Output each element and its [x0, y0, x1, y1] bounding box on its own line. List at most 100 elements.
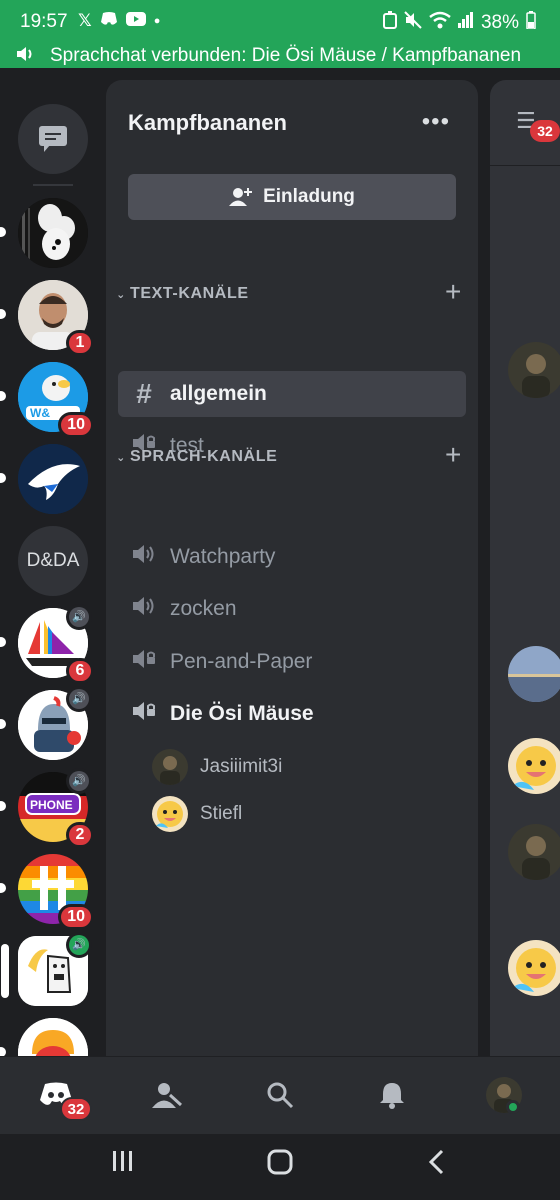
server-knight[interactable]: 🔊 — [0, 686, 92, 760]
chevron-down-icon: ⌄ — [116, 451, 126, 464]
member-name: Jasiiimit3i — [200, 756, 283, 777]
unread-count-badge: 32 — [530, 120, 560, 142]
bottom-navigation: 32 — [0, 1056, 560, 1134]
wifi-icon — [429, 11, 451, 34]
server-name[interactable]: Kampfbananen — [128, 110, 287, 136]
channel-allgemein[interactable]: # allgemein — [118, 371, 466, 417]
server-person[interactable]: 1 — [0, 280, 94, 356]
voice-active-indicator: 🔊 — [66, 604, 92, 630]
mention-badge: 6 — [66, 658, 94, 684]
channel-name: Die Ösi Mäuse — [170, 702, 314, 725]
add-person-icon — [229, 188, 253, 206]
channel-watchparty[interactable]: Watchparty — [118, 534, 466, 580]
svg-text:W&: W& — [30, 406, 50, 420]
discord-app: 1 W& 10 D&DA 🔊 6 🔊 PHONE 🔊 2 10 🔊 Kampfb… — [0, 68, 560, 1056]
category-label: TEXT-KANÄLE — [130, 285, 249, 302]
chat-peek-panel[interactable]: ☰ 32 — [490, 80, 560, 1056]
message-avatar[interactable] — [508, 738, 560, 794]
category-text-channels[interactable]: ⌄ TEXT-KANÄLE + — [114, 276, 470, 307]
add-channel-button[interactable]: + — [445, 276, 462, 308]
voice-active-indicator: 🔊 — [66, 768, 92, 794]
system-icons: 38% — [382, 11, 536, 34]
more-options-button[interactable]: ••• — [422, 108, 450, 136]
avatar — [152, 749, 188, 785]
x-app-icon: 𝕏 — [78, 11, 92, 30]
message-avatar[interactable] — [508, 646, 560, 702]
online-status-indicator — [506, 1100, 520, 1114]
voice-connected-banner[interactable]: Sprachchat verbunden: Die Ösi Mäuse / Ka… — [0, 44, 560, 68]
youtube-app-icon — [125, 11, 146, 31]
nav-notifications-button[interactable] — [372, 1075, 412, 1115]
selected-indicator — [1, 944, 9, 998]
direct-messages-button[interactable] — [18, 104, 88, 174]
server-sailboat[interactable]: 🔊 6 — [0, 604, 94, 684]
unread-pill — [0, 473, 6, 483]
message-avatar[interactable] — [508, 342, 560, 398]
mention-badge: 2 — [66, 822, 94, 848]
recents-button[interactable] — [110, 1148, 136, 1181]
unread-pill — [0, 1047, 6, 1056]
hash-icon: # — [136, 378, 152, 409]
voice-banner-text: Sprachchat verbunden: Die Ösi Mäuse / Ka… — [50, 45, 522, 66]
server-mouse[interactable] — [0, 198, 88, 268]
server-dda[interactable]: D&DA — [18, 526, 88, 596]
unread-pill — [0, 801, 6, 811]
home-button[interactable] — [266, 1148, 294, 1183]
search-icon — [267, 1082, 294, 1109]
server-banana[interactable]: 🔊 — [1, 932, 92, 1006]
unread-pill — [0, 227, 6, 237]
chat-bubble-icon — [39, 126, 67, 152]
add-channel-button[interactable]: + — [445, 439, 462, 471]
mute-icon — [404, 11, 422, 34]
message-avatar[interactable] — [508, 940, 560, 996]
server-rail: 1 W& 10 D&DA 🔊 6 🔊 PHONE 🔊 2 10 🔊 — [0, 68, 106, 1056]
channel-zocken[interactable]: zocken — [118, 586, 466, 632]
server-eagle[interactable] — [0, 444, 88, 514]
unread-pill — [0, 883, 6, 893]
mention-badge: 1 — [66, 330, 94, 356]
category-label: SPRACH-KANÄLE — [130, 448, 278, 465]
chevron-down-icon: ⌄ — [116, 288, 126, 301]
gartic-logo-text: PHONE — [30, 798, 73, 812]
voice-member[interactable]: Jasiiimit3i — [152, 749, 282, 785]
unread-pill — [0, 391, 6, 401]
status-time: 19:57 — [20, 11, 68, 32]
dot-icon: ● — [153, 15, 161, 27]
category-voice-channels[interactable]: ⌄ SPRACH-KANÄLE + — [114, 439, 470, 470]
speaker-icon — [130, 595, 158, 623]
server-rainbow[interactable]: 10 — [0, 854, 94, 930]
channel-panel: Kampfbananen ••• Einladung ⌄ TEXT-KANÄLE… — [106, 80, 478, 1056]
nav-search-button[interactable] — [260, 1075, 300, 1115]
invite-button[interactable]: Einladung — [128, 174, 456, 220]
voice-active-indicator: 🔊 — [66, 686, 92, 712]
home-mention-badge: 32 — [60, 1097, 92, 1121]
message-avatar[interactable] — [508, 824, 560, 880]
server-acronym: D&DA — [26, 550, 80, 571]
channel-name: Watchparty — [170, 545, 276, 568]
back-button[interactable] — [424, 1148, 450, 1183]
bell-icon — [380, 1083, 404, 1109]
invite-label: Einladung — [263, 186, 355, 207]
channel-pen-and-paper[interactable]: Pen-and-Paper — [118, 639, 466, 685]
channel-name: allgemein — [170, 382, 267, 405]
mention-badge: 10 — [58, 904, 94, 930]
status-bar: 19:57 𝕏 ● 38% — [0, 0, 560, 44]
rail-separator — [33, 184, 73, 186]
channel-die-osi-mause[interactable]: Die Ösi Mäuse — [118, 691, 466, 737]
android-navigation-bar — [0, 1134, 560, 1200]
data-saver-icon — [382, 11, 397, 34]
channel-name: zocken — [170, 597, 237, 620]
nav-friends-button[interactable] — [146, 1075, 186, 1115]
speaker-icon — [130, 543, 158, 571]
discord-app-icon — [100, 11, 118, 31]
signal-icon — [457, 12, 474, 33]
member-name: Stiefl — [200, 803, 243, 824]
server-dodo[interactable]: W& 10 — [0, 362, 94, 438]
speaker-lock-icon — [130, 700, 158, 728]
server-gartic-phone[interactable]: PHONE 🔊 2 — [0, 768, 94, 848]
voice-member[interactable]: Stiefl — [152, 796, 242, 832]
unread-pill — [0, 637, 6, 647]
server-helmet[interactable] — [0, 1018, 88, 1056]
notification-icons: 𝕏 ● — [78, 11, 160, 31]
mention-badge: 10 — [58, 412, 94, 438]
